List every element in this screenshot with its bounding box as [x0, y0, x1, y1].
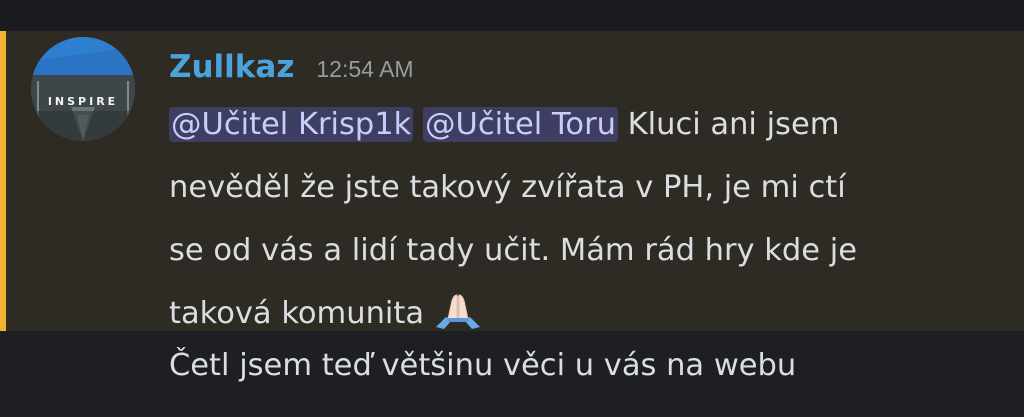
message-timestamp[interactable]: 12:54 AM — [316, 56, 413, 83]
avatar-image — [31, 37, 135, 141]
message-content: @Učitel Krisp1k @Učitel Toru Kluci ani j… — [169, 93, 989, 345]
message-text-line-4: taková komunita — [169, 296, 425, 331]
message-line-1: @Učitel Krisp1k @Učitel Toru Kluci ani j… — [169, 93, 989, 156]
message-text-line-1: Kluci ani jsem — [617, 107, 840, 142]
mention-highlight-bar — [0, 31, 6, 331]
mention-toru[interactable]: @Učitel Toru — [423, 107, 618, 142]
author-username[interactable]: Zullkaz — [169, 49, 294, 85]
followup-message-text: Četl jsem teď většinu věci u vás na webu — [169, 348, 797, 383]
message-text-line-3: se od vás a lidí tady učit. Mám rád hry … — [169, 233, 857, 268]
mention-krisp1k[interactable]: @Učitel Krisp1k — [169, 107, 414, 142]
folded-hands-emoji-icon — [430, 290, 486, 330]
message-line-4: taková komunita — [169, 282, 989, 345]
previous-message-area — [0, 0, 1024, 31]
chat-message[interactable]: INSPIRE Zullkaz 12:54 AM @Učitel Krisp1k… — [0, 31, 1024, 331]
avatar[interactable]: INSPIRE — [31, 37, 135, 141]
message-header: Zullkaz 12:54 AM — [169, 49, 414, 89]
message-text-line-2: nevěděl že jste takový zvířata v PH, je … — [169, 170, 846, 205]
avatar-inspire-text: INSPIRE — [47, 95, 119, 108]
